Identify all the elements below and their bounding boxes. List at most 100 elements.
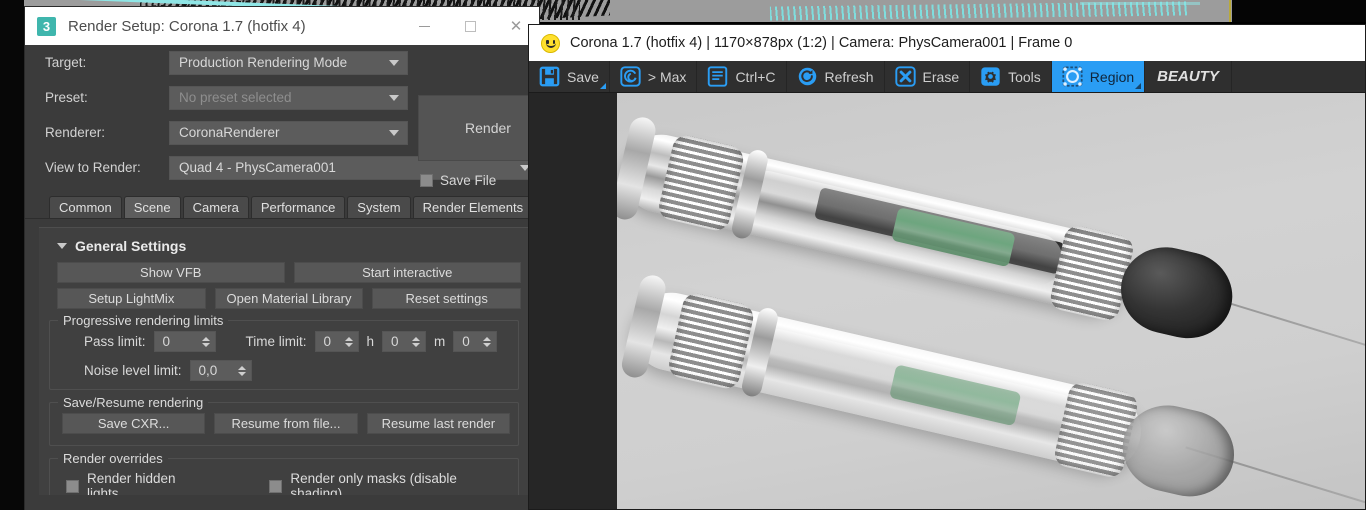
refresh-icon (797, 66, 818, 87)
time-seconds-spinner[interactable]: 0 (453, 331, 498, 352)
minimize-icon (418, 25, 430, 27)
tab-common[interactable]: Common (49, 196, 122, 218)
corona-vfb-window: Corona 1.7 (hotfix 4) | 1170×878px (1:2)… (528, 24, 1366, 510)
time-seconds-value: 0 (462, 334, 470, 349)
render-hidden-lights-label: Render hidden lights (87, 471, 176, 495)
vfb-tools-button[interactable]: Tools (970, 61, 1052, 92)
tab-system[interactable]: System (347, 196, 411, 218)
setup-lightmix-button[interactable]: Setup LightMix (57, 288, 206, 309)
vfb-refresh-button[interactable]: Refresh (787, 61, 885, 92)
spinner-arrows-icon[interactable] (201, 336, 210, 347)
render-hidden-lights-checkbox[interactable] (66, 479, 79, 493)
chevron-down-icon (389, 59, 399, 66)
general-buttons-row-1: Show VFB Start interactive (47, 262, 521, 288)
tab-camera[interactable]: Camera (182, 196, 249, 218)
noise-level-limit-label: Noise level limit: (84, 363, 182, 378)
target-label: Target: (45, 55, 87, 70)
renderer-value: CoronaRenderer (179, 125, 280, 140)
rendered-image[interactable] (617, 93, 1365, 509)
reset-settings-button[interactable]: Reset settings (372, 288, 522, 309)
minutes-unit-label: m (434, 334, 446, 349)
general-settings-title: General Settings (75, 238, 187, 254)
chevron-down-icon (389, 129, 399, 136)
erase-x-icon (894, 66, 916, 87)
time-hours-spinner[interactable]: 0 (314, 331, 359, 352)
region-icon (1062, 66, 1083, 87)
render-only-masks-checkbox[interactable] (269, 479, 283, 493)
resume-last-render-button[interactable]: Resume last render (366, 413, 510, 434)
clipboard-copy-icon (707, 66, 728, 87)
vfb-copy-label: Ctrl+C (735, 68, 776, 85)
preset-value: No preset selected (179, 90, 292, 105)
preset-dropdown[interactable]: No preset selected (169, 85, 408, 110)
vfb-pass-label[interactable]: BEAUTY (1145, 61, 1232, 92)
dropdown-corner-icon[interactable] (1135, 83, 1142, 89)
vfb-region-button[interactable]: Region (1051, 61, 1146, 92)
smiley-icon (541, 33, 560, 53)
render-only-masks-row[interactable]: Render only masks (disable shading) (269, 471, 510, 495)
progressive-limits-group: Progressive rendering limits Pass limit:… (49, 313, 519, 390)
render-hidden-lights-row[interactable]: Render hidden lights (66, 471, 209, 495)
view-to-render-label: View to Render: (45, 160, 141, 175)
renderer-label: Renderer: (45, 125, 106, 140)
target-dropdown[interactable]: Production Rendering Mode (169, 50, 408, 75)
pass-limit-spinner[interactable]: 0 (153, 331, 216, 352)
hours-unit-label: h (366, 334, 375, 349)
renderer-dropdown[interactable]: CoronaRenderer (169, 120, 408, 145)
render-setup-title: Render Setup: Corona 1.7 (hotfix 4) (68, 17, 306, 35)
maximize-button[interactable] (447, 7, 493, 45)
tab-scene[interactable]: Scene (123, 196, 181, 218)
render-overrides-checkbox-row: Render hidden lights Render only masks (… (58, 469, 510, 495)
noise-level-limit-spinner[interactable]: 0,0 (189, 360, 252, 381)
vfb-canvas[interactable] (529, 93, 1365, 509)
render-overrides-title: Render overrides (58, 451, 168, 466)
chevron-down-icon (389, 94, 399, 101)
start-interactive-button[interactable]: Start interactive (293, 262, 521, 283)
vfb-send-to-max-label: > Max (647, 68, 687, 85)
spinner-arrows-icon[interactable] (344, 336, 353, 347)
gear-icon (980, 66, 1001, 87)
vfb-send-to-max-button[interactable]: > Max (610, 61, 698, 92)
target-row: Target: Production Rendering Mode (25, 45, 539, 80)
save-cxr-button[interactable]: Save CXR... (62, 413, 206, 434)
save-file-checkbox[interactable] (420, 174, 433, 187)
open-material-library-button[interactable]: Open Material Library (214, 288, 364, 309)
render-setup-titlebar[interactable]: 3 Render Setup: Corona 1.7 (hotfix 4) ✕ (25, 7, 539, 45)
spinner-arrows-icon[interactable] (237, 365, 246, 376)
render-overrides-group: Render overrides Render hidden lights Re… (49, 451, 519, 495)
render-setup-tabs: Common Scene Camera Performance System R… (25, 195, 539, 219)
corona-spiral-icon (620, 66, 641, 87)
save-resume-title: Save/Resume rendering (58, 395, 209, 410)
vfb-titlebar[interactable]: Corona 1.7 (hotfix 4) | 1170×878px (1:2)… (529, 25, 1365, 61)
vfb-toolbar: Save > Max Ctrl+C Refresh Erase Tools Re… (529, 61, 1365, 93)
vfb-copy-button[interactable]: Ctrl+C (697, 61, 787, 92)
chevron-down-icon (57, 243, 67, 249)
minimize-button[interactable] (401, 7, 447, 45)
dropdown-corner-icon[interactable] (599, 83, 606, 89)
show-vfb-button[interactable]: Show VFB (57, 262, 285, 283)
vfb-title-text: Corona 1.7 (hotfix 4) | 1170×878px (1:2)… (570, 35, 1073, 51)
save-file-label: Save File (440, 173, 497, 188)
time-limit-label: Time limit: (245, 334, 307, 349)
render-only-masks-label: Render only masks (disable shading) (290, 471, 457, 495)
pass-limit-value: 0 (162, 334, 171, 349)
vfb-save-button[interactable]: Save (529, 61, 610, 92)
vfb-erase-button[interactable]: Erase (885, 61, 971, 92)
time-minutes-value: 0 (391, 334, 399, 349)
time-minutes-spinner[interactable]: 0 (382, 331, 427, 352)
syringe-glass-upper (734, 165, 1068, 291)
viewport-selection-edge-3 (1080, 2, 1200, 5)
vfb-tools-label: Tools (1008, 68, 1041, 85)
resume-from-file-button[interactable]: Resume from file... (214, 413, 358, 434)
general-settings-panel: General Settings Show VFB Start interact… (39, 227, 529, 495)
tab-performance[interactable]: Performance (250, 196, 346, 218)
general-settings-header[interactable]: General Settings (47, 234, 521, 262)
save-file-checkbox-row[interactable]: Save File (420, 173, 496, 188)
limits-row-2: Noise level limit: 0,0 (58, 360, 510, 381)
render-setup-body: Target: Production Rendering Mode Preset… (25, 45, 558, 510)
spinner-arrows-icon[interactable] (412, 336, 421, 347)
tab-render-elements[interactable]: Render Elements (412, 196, 534, 218)
close-icon: ✕ (509, 17, 523, 35)
spinner-arrows-icon[interactable] (483, 336, 492, 347)
limits-row-1: Pass limit: 0 Time limit: 0 h 0 m 0 (58, 331, 510, 352)
